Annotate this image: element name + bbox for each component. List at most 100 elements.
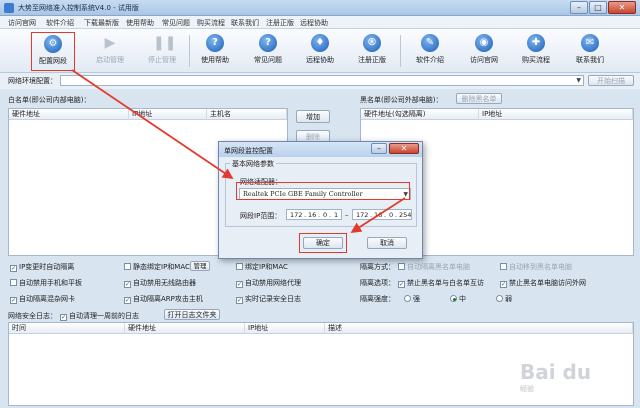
column-header[interactable]: IP地址 bbox=[479, 109, 633, 120]
toolbar: ⚙ 配置网段 ▼ ▶ 启动管理 ❚❚ 停止管理 ? 使用帮助 ? 常见问题 ♦ … bbox=[0, 29, 640, 80]
menu-purchase[interactable]: 购买流程 bbox=[197, 18, 225, 28]
isolate-promiscuous-checkbox[interactable]: ✓ 自动隔离混杂网卡 bbox=[10, 294, 75, 304]
forbid-internet-checkbox[interactable]: ✓ 禁止黑名单电脑访问外网 bbox=[500, 278, 586, 288]
remote-assist-button[interactable]: ♦ 远程协助 bbox=[298, 32, 342, 71]
whitelist-title: 白名单(即公司内部电脑)： bbox=[8, 96, 91, 104]
ip-end-input[interactable]: 172 . 16 . 0 . 254 bbox=[352, 209, 412, 220]
dialog-title-bar: 单网段监控配置 – ✕ bbox=[219, 142, 422, 157]
minimize-button[interactable]: – bbox=[570, 1, 588, 14]
menu-help[interactable]: 使用帮助 bbox=[126, 18, 154, 28]
add-button[interactable]: 增加 bbox=[296, 110, 330, 123]
ip-octet: 16 bbox=[374, 211, 383, 219]
start-manage-button[interactable]: ▶ 启动管理 bbox=[88, 32, 132, 71]
checkbox-empty bbox=[398, 263, 405, 270]
ip-octet: 16 bbox=[308, 211, 317, 219]
start-scan-button[interactable]: 开始扫描 bbox=[588, 75, 634, 86]
app-icon bbox=[4, 3, 14, 13]
config-segment-button[interactable]: ⚙ 配置网段 bbox=[31, 32, 75, 71]
purchase-button[interactable]: ✚ 购买流程 bbox=[514, 32, 558, 71]
auto-move-blacklist-checkbox[interactable]: 自动移到黑名单电脑 bbox=[500, 262, 572, 272]
cancel-button[interactable]: 取消 bbox=[367, 237, 407, 249]
contact-button[interactable]: ✉ 联系我们 bbox=[568, 32, 612, 71]
forbid-mutual-access-checkbox[interactable]: ✓ 禁止黑名单与白名单互访 bbox=[398, 278, 484, 288]
menu-register[interactable]: 注册正版 bbox=[266, 18, 294, 28]
disable-wireless-router-checkbox[interactable]: ✓ 自动禁用无线路由器 bbox=[124, 278, 196, 288]
ip-octet: 0 bbox=[323, 211, 328, 219]
level-weak-radio[interactable]: 弱 bbox=[496, 294, 512, 304]
help-icon: ? bbox=[206, 34, 224, 52]
open-log-folder-button[interactable]: 打开日志文件夹 bbox=[164, 309, 220, 320]
checkbox-empty bbox=[500, 263, 507, 270]
help-button[interactable]: ? 使用帮助 bbox=[193, 32, 237, 71]
column-header[interactable]: IP地址 bbox=[129, 109, 207, 120]
menu-remote[interactable]: 远程协助 bbox=[300, 18, 328, 28]
column-header[interactable]: 时间 bbox=[9, 323, 125, 334]
disable-mobile-checkbox[interactable]: 自动禁用手机和平板 bbox=[10, 278, 82, 288]
column-header[interactable]: 硬件地址 bbox=[9, 109, 129, 120]
ip-start-input[interactable]: 172 . 16 . 0 . 1 bbox=[286, 209, 342, 220]
watermark-sub: 经验 bbox=[520, 385, 534, 393]
globe-icon: ◉ bbox=[475, 34, 493, 52]
menu-faq[interactable]: 常见问题 bbox=[162, 18, 190, 28]
software-intro-button[interactable]: ✎ 软件介绍 bbox=[408, 32, 452, 71]
check-icon: ✓ bbox=[236, 297, 243, 304]
bind-ip-mac-checkbox[interactable]: 绑定IP和MAC bbox=[236, 262, 288, 272]
remove-blacklist-button[interactable]: 删除黑名单 bbox=[456, 93, 502, 104]
register-icon: ® bbox=[363, 34, 381, 52]
ip-octet: 172 bbox=[356, 211, 369, 219]
menu-visit-site[interactable]: 访问官网 bbox=[8, 18, 36, 28]
menu-software-intro[interactable]: 软件介绍 bbox=[46, 18, 74, 28]
isolation-mode-label: 隔离方式： bbox=[360, 263, 395, 271]
segment-config-dialog: 单网段监控配置 – ✕ 基本网络参数 网络适配器： Realtek PCIe G… bbox=[218, 141, 423, 259]
radio-selected-icon bbox=[450, 295, 457, 302]
visit-site-button[interactable]: ◉ 访问官网 bbox=[462, 32, 506, 71]
column-header[interactable]: 硬件地址(勾选隔离) bbox=[361, 109, 479, 120]
static-bind-checkbox[interactable]: 静态绑定IP和MAC bbox=[124, 262, 190, 272]
manage-button[interactable]: 管理 bbox=[190, 261, 210, 271]
dialog-minimize-button[interactable]: – bbox=[371, 143, 387, 154]
check-icon: ✓ bbox=[60, 314, 67, 321]
check-icon: ✓ bbox=[124, 297, 131, 304]
dialog-close-button[interactable]: ✕ bbox=[389, 143, 419, 154]
checkbox-empty bbox=[124, 263, 131, 270]
auto-clear-log-checkbox[interactable]: ✓ 自动清理一周前的日志 bbox=[60, 311, 139, 321]
network-config-label: 网络环境配置： bbox=[8, 77, 57, 85]
disable-proxy-checkbox[interactable]: ✓ 自动禁用网络代理 bbox=[236, 278, 301, 288]
auto-isolate-blacklist-checkbox[interactable]: 自动隔离黑名单电脑 bbox=[398, 262, 470, 272]
menu-contact[interactable]: 联系我们 bbox=[231, 18, 259, 28]
radio-icon bbox=[404, 295, 411, 302]
level-strong-radio[interactable]: 强 bbox=[404, 294, 420, 304]
realtime-log-checkbox[interactable]: ✓ 实时记录安全日志 bbox=[236, 294, 301, 304]
ip-octet: 254 bbox=[399, 211, 412, 219]
mail-icon: ✉ bbox=[581, 34, 599, 52]
remote-icon: ♦ bbox=[311, 34, 329, 52]
pen-icon: ✎ bbox=[421, 34, 439, 52]
column-header[interactable]: 硬件地址 bbox=[125, 323, 245, 334]
isolate-arp-checkbox[interactable]: ✓ 自动隔离ARP攻击主机 bbox=[124, 294, 203, 304]
network-config-row: 网络环境配置： ▼ 开始扫描 bbox=[0, 73, 640, 89]
register-button[interactable]: ® 注册正版 bbox=[350, 32, 394, 71]
toolbar-separator bbox=[189, 35, 190, 67]
watermark: Bai du 经验 bbox=[520, 360, 591, 394]
toolbar-separator bbox=[400, 35, 401, 67]
stop-manage-button[interactable]: ❚❚ 停止管理 bbox=[140, 32, 184, 71]
checkbox-empty bbox=[10, 279, 17, 286]
check-icon: ✓ bbox=[500, 281, 507, 288]
maximize-button[interactable]: □ bbox=[589, 1, 607, 14]
check-icon: ✓ bbox=[124, 281, 131, 288]
column-header[interactable]: 主机名 bbox=[207, 109, 287, 120]
check-icon: ✓ bbox=[236, 281, 243, 288]
checkbox-empty bbox=[236, 263, 243, 270]
level-medium-radio[interactable]: 中 bbox=[450, 294, 466, 304]
play-icon: ▶ bbox=[104, 35, 116, 51]
ip-change-isolate-checkbox[interactable]: ✓ IP变更时自动隔离 bbox=[10, 262, 74, 272]
menu-download[interactable]: 下载最新版 bbox=[84, 18, 119, 28]
faq-button[interactable]: ? 常见问题 bbox=[246, 32, 290, 71]
column-header[interactable]: IP地址 bbox=[245, 323, 325, 334]
log-title: 网络安全日志： bbox=[8, 312, 57, 320]
close-button[interactable]: ✕ bbox=[608, 1, 636, 14]
isolation-level-label: 隔离强度： bbox=[360, 295, 395, 303]
watermark-brand: Bai du bbox=[520, 360, 592, 384]
column-header[interactable]: 描述 bbox=[325, 323, 633, 334]
network-config-select[interactable]: ▼ bbox=[60, 75, 584, 86]
